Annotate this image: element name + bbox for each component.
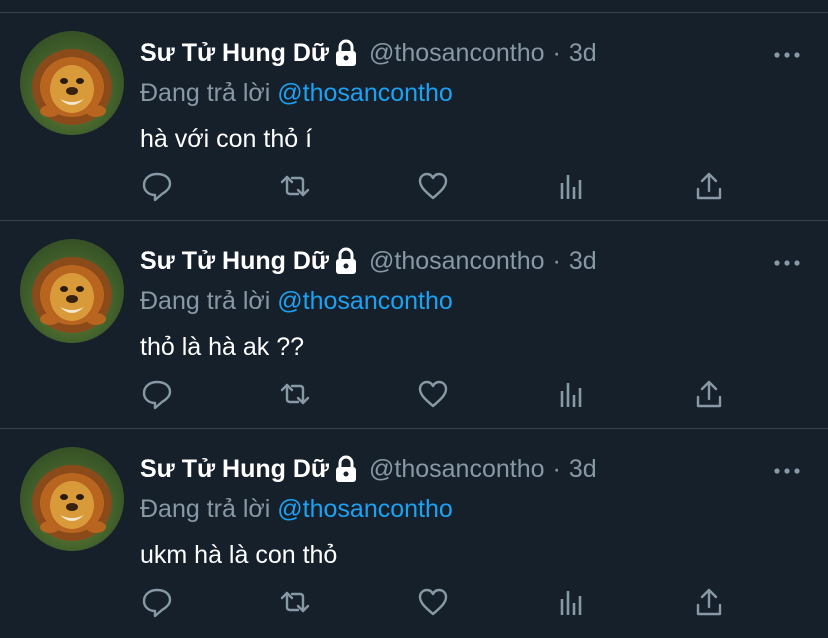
mention-link[interactable]: @thosancontho [277,79,453,107]
share-icon[interactable] [692,585,726,619]
tweet-actions [140,585,740,619]
analytics-icon[interactable] [554,377,588,411]
timestamp[interactable]: 3d [569,455,597,484]
timestamp[interactable]: 3d [569,247,597,276]
tweet-actions [140,169,740,203]
reply-icon[interactable] [140,169,174,203]
mention-link[interactable]: @thosancontho [277,495,453,523]
more-icon[interactable] [772,463,802,474]
analytics-icon[interactable] [554,585,588,619]
display-name[interactable]: Sư Tử Hung Dữ [140,39,329,68]
lion-avatar-image [32,49,112,125]
lock-icon [333,247,359,275]
retweet-icon[interactable] [278,169,312,203]
tweet-header: Sư Tử Hung Dữ @thosancontho · 3d [140,453,597,485]
replying-prefix: Đang trả lời [140,287,271,315]
lion-avatar-image [32,465,112,541]
separator-dot: · [552,38,561,67]
analytics-icon[interactable] [554,169,588,203]
user-handle[interactable]: @thosancontho [369,247,545,276]
tweet-header: Sư Tử Hung Dữ @thosancontho · 3d [140,37,597,69]
avatar[interactable] [20,447,124,551]
more-icon[interactable] [772,47,802,58]
replying-prefix: Đang trả lời [140,495,271,523]
display-name[interactable]: Sư Tử Hung Dữ [140,455,329,484]
tweet-text: ukm hà là con thỏ [140,541,338,569]
mention-link[interactable]: @thosancontho [277,287,453,315]
heart-icon[interactable] [416,585,450,619]
heart-icon[interactable] [416,169,450,203]
avatar[interactable] [20,239,124,343]
more-icon[interactable] [772,255,802,266]
lock-icon [333,455,359,483]
separator-dot: · [552,246,561,275]
tweet[interactable]: Sư Tử Hung Dữ @thosancontho · 3d Đang tr… [0,12,828,220]
replying-to: Đang trả lời @thosancontho [140,495,453,524]
tweet-feed: Sư Tử Hung Dữ @thosancontho · 3d Đang tr… [0,0,828,638]
heart-icon[interactable] [416,377,450,411]
lock-icon [333,39,359,67]
retweet-icon[interactable] [278,377,312,411]
tweet[interactable]: Sư Tử Hung Dữ @thosancontho · 3d Đang tr… [0,428,828,636]
share-icon[interactable] [692,377,726,411]
user-handle[interactable]: @thosancontho [369,39,545,68]
share-icon[interactable] [692,169,726,203]
replying-to: Đang trả lời @thosancontho [140,287,453,316]
replying-to: Đang trả lời @thosancontho [140,79,453,108]
timestamp[interactable]: 3d [569,39,597,68]
reply-icon[interactable] [140,585,174,619]
tweet-header: Sư Tử Hung Dữ @thosancontho · 3d [140,245,597,277]
tweet-text: hà với con thỏ í [140,125,313,153]
reply-icon[interactable] [140,377,174,411]
retweet-icon[interactable] [278,585,312,619]
tweet[interactable]: Sư Tử Hung Dữ @thosancontho · 3d Đang tr… [0,220,828,428]
user-handle[interactable]: @thosancontho [369,455,545,484]
replying-prefix: Đang trả lời [140,79,271,107]
lion-avatar-image [32,257,112,333]
tweet-actions [140,377,740,411]
avatar[interactable] [20,31,124,135]
display-name[interactable]: Sư Tử Hung Dữ [140,247,329,276]
separator-dot: · [552,454,561,483]
tweet-text: thỏ là hà ak ?? [140,333,305,361]
